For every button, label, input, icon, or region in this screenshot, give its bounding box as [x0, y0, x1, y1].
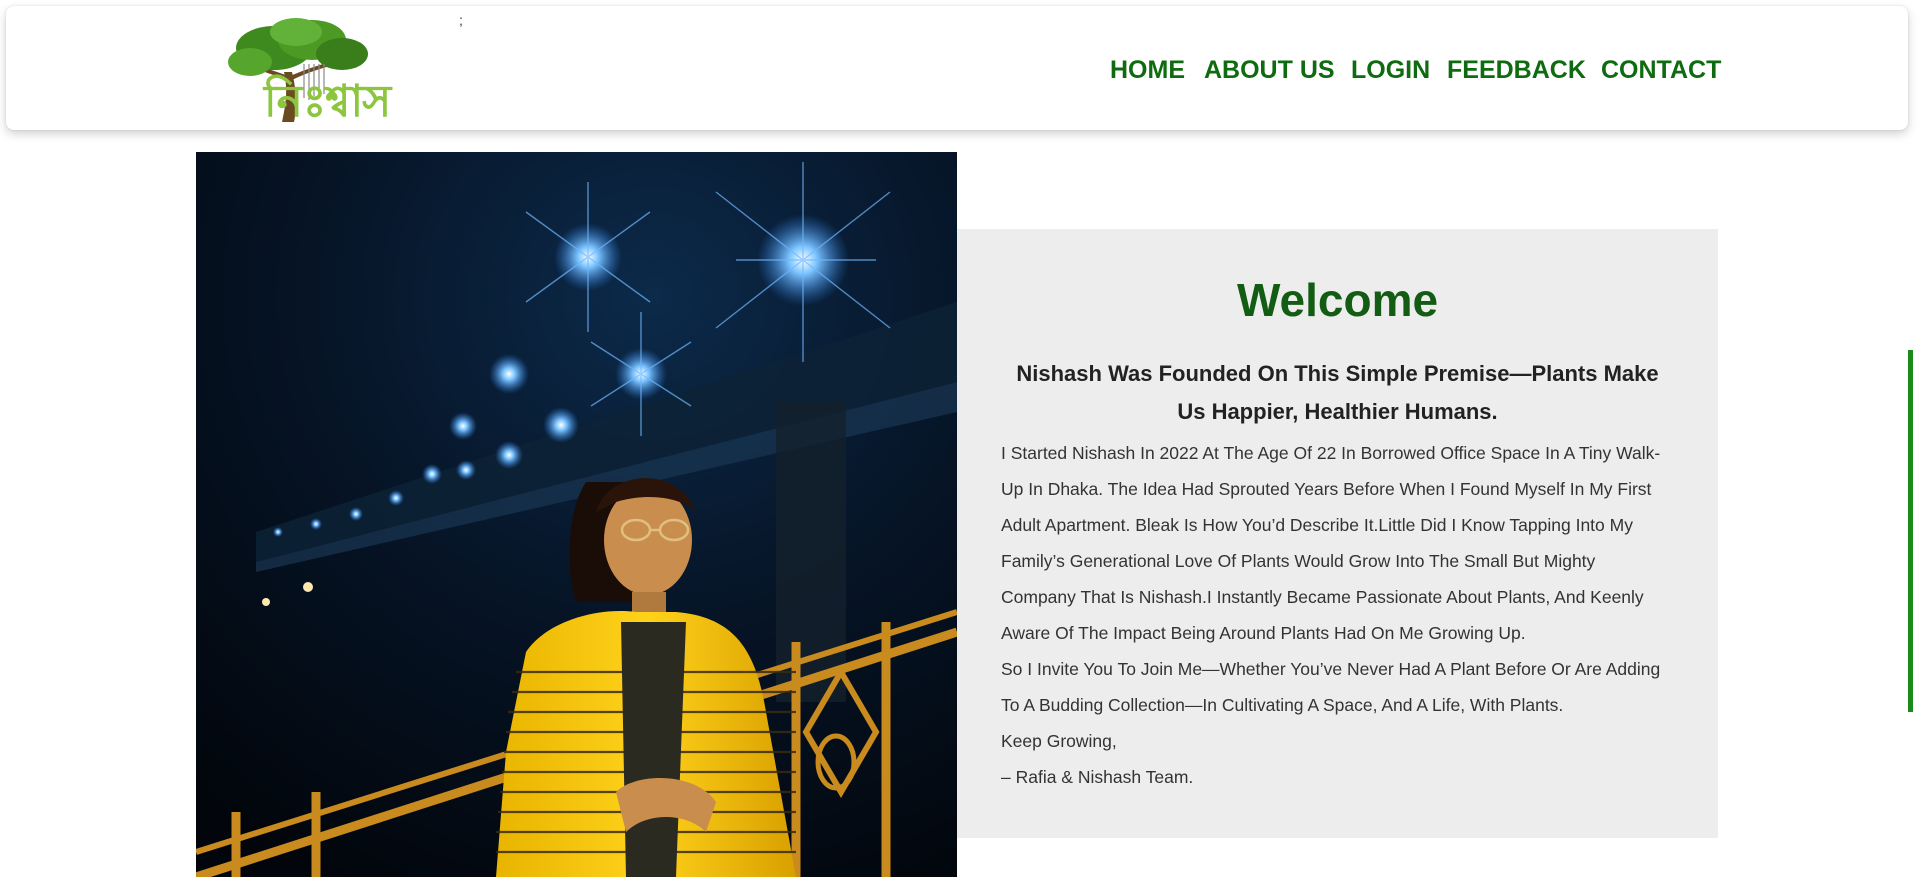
welcome-subtitle: Nishash Was Founded On This Simple Premi… [1016, 361, 1659, 424]
welcome-panel: Welcome Nishash Was Founded On This Simp… [957, 229, 1718, 838]
nav-feedback[interactable]: FEEDBACK [1447, 56, 1586, 85]
signature: – Rafia & Nishash Team. [1001, 767, 1194, 787]
nav-contact[interactable]: CONTACT [1601, 56, 1721, 85]
site-header: ; নিঃশ্বাস HOME ABOUT US LOGIN FEEDBACK [6, 6, 1908, 130]
stray-mark: ; [459, 12, 463, 28]
nav-about-us[interactable]: ABOUT US [1204, 56, 1335, 85]
welcome-title: Welcome [1236, 274, 1439, 326]
invitation-paragraph: So I Invite You To Join Me—Whether You’v… [1001, 659, 1661, 715]
nav-home[interactable]: HOME [1110, 56, 1185, 85]
nav-login[interactable]: LOGIN [1351, 56, 1430, 85]
main-nav: HOME ABOUT US LOGIN FEEDBACK CONTACT [6, 56, 1908, 96]
scroll-indicator[interactable] [1908, 350, 1913, 712]
welcome-body: I Started Nishash In 2022 At The Age Of … [1001, 435, 1668, 795]
sign-off: Keep Growing, [1001, 731, 1117, 751]
founder-portrait-image [196, 152, 957, 877]
about-paragraph: I Started Nishash In 2022 At The Age Of … [1001, 443, 1661, 643]
founder-photo [196, 152, 957, 877]
